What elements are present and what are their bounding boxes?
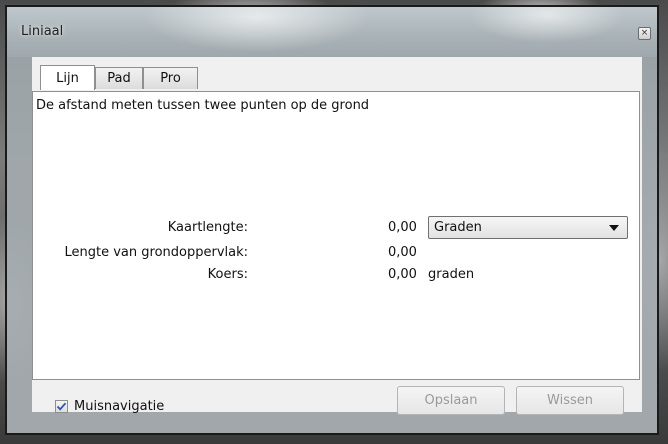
- heading-unit: graden: [428, 267, 475, 282]
- save-button-label: Opslaan: [424, 393, 478, 408]
- chevron-down-icon: [609, 225, 619, 231]
- window-title: Liniaal: [21, 24, 64, 39]
- dialog-client-area: Lijn Pad Pro De afstand meten tussen twe…: [32, 57, 642, 412]
- ground-length-label: Lengte van grondoppervlak:: [64, 245, 249, 260]
- mouse-navigation-checkbox[interactable]: Muisnavigatie: [55, 399, 164, 414]
- title-bar[interactable]: Liniaal ×: [7, 7, 657, 57]
- tab-pro[interactable]: Pro: [143, 67, 198, 89]
- map-length-value: 0,00: [388, 220, 417, 235]
- unit-dropdown-value: Graden: [434, 220, 482, 235]
- tab-label: Pad: [107, 71, 131, 86]
- checkmark-icon: [56, 402, 67, 411]
- tab-pad[interactable]: Pad: [95, 67, 143, 89]
- panel-description: De afstand meten tussen twee punten op d…: [36, 98, 370, 113]
- tab-label: Pro: [160, 71, 181, 86]
- tab-label: Lijn: [56, 70, 79, 86]
- ground-length-value: 0,00: [388, 245, 417, 260]
- heading-value: 0,00: [388, 267, 417, 282]
- unit-dropdown[interactable]: Graden: [428, 216, 628, 239]
- save-button[interactable]: Opslaan: [397, 386, 505, 415]
- close-icon: ×: [640, 28, 649, 38]
- clear-button-label: Wissen: [547, 393, 593, 408]
- checkbox-box[interactable]: [55, 400, 68, 413]
- tab-lijn[interactable]: Lijn: [40, 65, 95, 90]
- close-button[interactable]: ×: [638, 27, 651, 40]
- clear-button[interactable]: Wissen: [516, 386, 624, 415]
- heading-label: Koers:: [207, 267, 248, 282]
- tab-panel-lijn: De afstand meten tussen twee punten op d…: [32, 91, 640, 380]
- map-length-label: Kaartlengte:: [167, 220, 248, 235]
- mouse-navigation-label: Muisnavigatie: [74, 399, 165, 414]
